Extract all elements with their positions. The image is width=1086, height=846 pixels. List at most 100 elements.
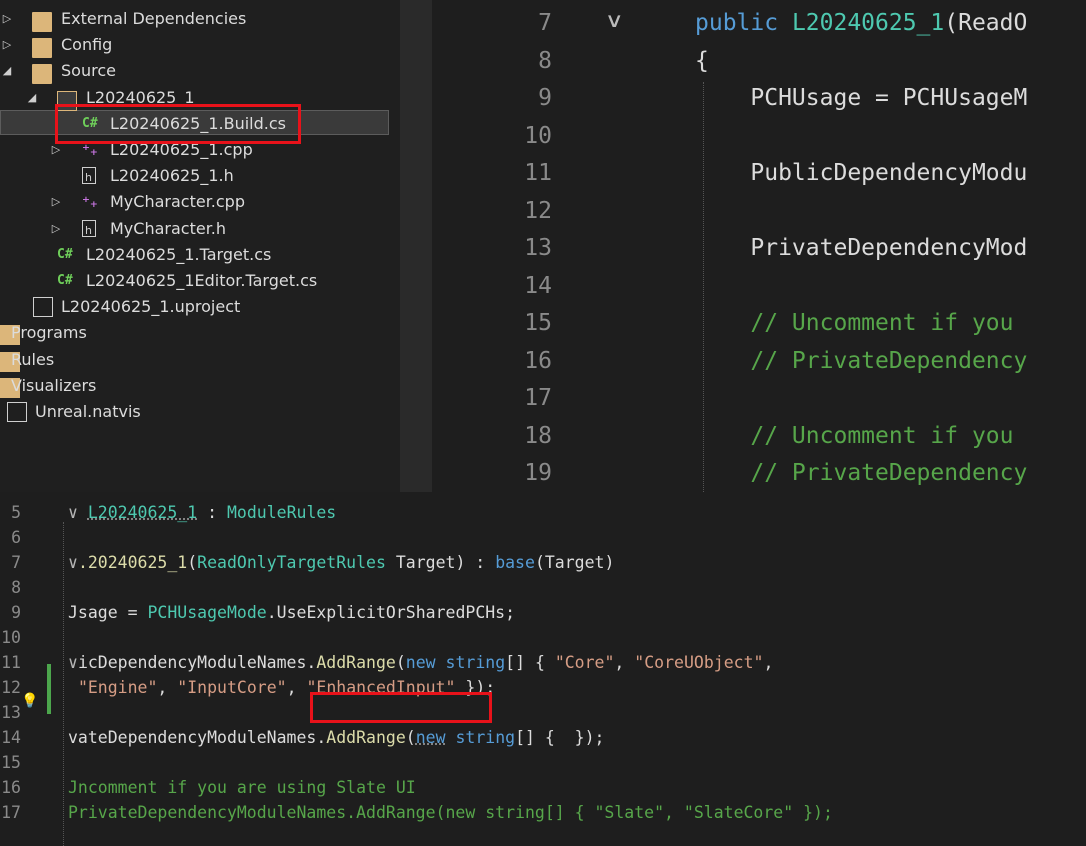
- collapse-arrow-icon[interactable]: ◢: [25, 85, 39, 111]
- code-token: :: [197, 503, 227, 522]
- code-line[interactable]: 19 // PrivateDependency: [432, 455, 1086, 492]
- code-line[interactable]: 17 PrivateDependencyModuleNames.AddRange(…: [0, 800, 1086, 825]
- natvis-file-icon: [7, 402, 27, 422]
- tree-item-label: Rules: [11, 349, 55, 369]
- code-token: L20240625_1: [791, 10, 945, 36]
- code-token: ,: [763, 653, 774, 672]
- code-line[interactable]: 5 ∨ L20240625_1 : ModuleRules: [0, 500, 1086, 525]
- code-token: // Uncomment if you: [695, 310, 1028, 336]
- tree-item[interactable]: C# L20240625_1Editor.Target.cs: [0, 268, 389, 294]
- code-token: "CoreUObject": [634, 653, 764, 672]
- code-text: vateDependencyModuleNames.AddRange(new s…: [68, 725, 604, 750]
- code-line[interactable]: 10: [432, 118, 1086, 156]
- tree-item-label: L20240625_1.uproject: [61, 297, 241, 317]
- code-token: PCHUsage = PCHUsageM: [695, 85, 1028, 111]
- code-line[interactable]: 9 PCHUsage = PCHUsageM: [432, 80, 1086, 118]
- tree-item[interactable]: L20240625_1.h: [0, 163, 389, 191]
- cpp-file-icon: ⁺₊: [82, 193, 98, 212]
- code-token: (: [187, 553, 198, 572]
- bottom-code-editor[interactable]: 💡 5 ∨ L20240625_1 : ModuleRules 6 7 ∨.202406…: [0, 492, 1086, 846]
- code-line[interactable]: 15 // Uncomment if you: [432, 305, 1086, 343]
- code-token: ∨: [68, 553, 78, 572]
- line-number: 7: [11, 553, 21, 572]
- csharp-file-icon: C#: [57, 246, 73, 262]
- line-number: 11: [1, 653, 21, 672]
- code-line[interactable]: 16 Jncomment if you are using Slate UI: [0, 775, 1086, 800]
- line-number: 7: [538, 10, 552, 36]
- code-token: ModuleRules: [226, 503, 337, 522]
- code-token: public: [695, 10, 792, 36]
- expand-arrow-icon[interactable]: ▷: [49, 216, 63, 242]
- code-token: Jncomment if you are using Slate UI: [68, 778, 416, 797]
- code-line[interactable]: 11 PublicDependencyModu: [432, 155, 1086, 193]
- code-line[interactable]: 15: [0, 750, 1086, 775]
- tree-item-label: L20240625_1.h: [110, 166, 234, 186]
- tree-item[interactable]: Visualizers: [0, 373, 389, 399]
- top-code-editor[interactable]: ∨ 7 public L20240625_1(ReadO 8{9 PCHUsage …: [432, 0, 1086, 492]
- collapse-arrow-icon[interactable]: ◢: [0, 58, 14, 84]
- code-line[interactable]: 10: [0, 625, 1086, 650]
- code-line[interactable]: 18 // Uncomment if you: [432, 418, 1086, 456]
- code-line[interactable]: 11 ∨icDependencyModuleNames.AddRange(new …: [0, 650, 1086, 675]
- line-number: 12: [1, 678, 21, 697]
- code-line[interactable]: 7 ∨.20240625_1(ReadOnlyTargetRules Target…: [0, 550, 1086, 575]
- tree-item-label: L20240625_1.Target.cs: [86, 244, 272, 264]
- code-token: (Target): [534, 553, 615, 572]
- tree-item[interactable]: Programs: [0, 320, 389, 346]
- code-text: // PrivateDependency: [695, 343, 1027, 381]
- code-line[interactable]: 17: [432, 380, 1086, 418]
- code-line[interactable]: 14 vateDependencyModuleNames.AddRange(new…: [0, 725, 1086, 750]
- tree-item[interactable]: ▷ External Dependencies: [0, 6, 389, 32]
- tree-item[interactable]: C# L20240625_1.Target.cs: [0, 242, 389, 268]
- code-line[interactable]: 12: [432, 193, 1086, 231]
- code-line[interactable]: 16 // PrivateDependency: [432, 343, 1086, 381]
- code-line[interactable]: 14: [432, 268, 1086, 306]
- code-token: vateDependencyModuleNames.: [68, 728, 327, 747]
- code-token: // Uncomment if you: [695, 422, 1028, 449]
- code-line[interactable]: 9 Jsage = PCHUsageMode.UseExplicitOrShare…: [0, 600, 1086, 625]
- line-number: 14: [524, 272, 552, 299]
- code-token: (: [405, 728, 416, 747]
- tree-item[interactable]: Unreal.natvis: [0, 399, 389, 425]
- filter-folder-icon: [32, 38, 52, 59]
- tree-item[interactable]: ▷ Config: [0, 32, 389, 59]
- expand-arrow-icon[interactable]: ▷: [0, 32, 14, 58]
- tree-item-label: Config: [61, 35, 113, 55]
- code-line[interactable]: 8{: [432, 43, 1086, 81]
- code-token: ,: [614, 653, 635, 672]
- line-number: 17: [524, 385, 552, 411]
- expand-arrow-icon[interactable]: ▷: [0, 6, 14, 32]
- code-line[interactable]: 8: [0, 575, 1086, 600]
- code-line[interactable]: 7 public L20240625_1(ReadO: [432, 5, 1086, 43]
- code-token: AddRange: [326, 728, 406, 747]
- tree-item[interactable]: ▷ MyCharacter.h: [0, 216, 389, 244]
- line-number: 9: [538, 85, 552, 111]
- code-text: Jncomment if you are using Slate UI: [68, 775, 416, 800]
- line-number: 13: [1, 703, 21, 722]
- expand-arrow-icon[interactable]: ▷: [49, 189, 63, 215]
- tree-item[interactable]: L20240625_1.uproject: [0, 294, 389, 320]
- code-text: {: [695, 43, 709, 81]
- code-line[interactable]: 13: [0, 700, 1086, 725]
- code-token: icDependencyModuleNames.: [77, 653, 317, 672]
- code-line[interactable]: 12 "Engine", "InputCore", "EnhancedInput…: [0, 675, 1086, 700]
- code-token: ReadOnlyTargetRules: [197, 553, 386, 572]
- tree-item-label: External Dependencies: [61, 9, 247, 28]
- code-token: [] { });: [515, 728, 605, 747]
- code-token: "Engine": [77, 678, 158, 697]
- tree-item[interactable]: ◢ Source: [0, 58, 389, 85]
- tree-item[interactable]: Rules: [0, 347, 389, 373]
- code-text: // PrivateDependency: [695, 455, 1027, 492]
- code-token: (: [395, 653, 406, 672]
- tree-item[interactable]: ▷ ⁺₊ MyCharacter.cpp: [0, 189, 389, 215]
- code-text: PrivateDependencyModuleNames.AddRange(ne…: [68, 800, 833, 825]
- tree-item-label: L20240625_1Editor.Target.cs: [86, 271, 318, 290]
- code-token: PrivateDependencyMod: [695, 235, 1028, 261]
- code-line[interactable]: 6: [0, 525, 1086, 550]
- line-number: 8: [538, 47, 552, 74]
- code-line[interactable]: 13 PrivateDependencyMod: [432, 230, 1086, 268]
- code-token: PCHUsageMode: [147, 603, 267, 622]
- code-token: Jsage =: [68, 603, 148, 622]
- tree-item-label: MyCharacter.cpp: [110, 192, 245, 212]
- header-file-icon: [82, 165, 102, 191]
